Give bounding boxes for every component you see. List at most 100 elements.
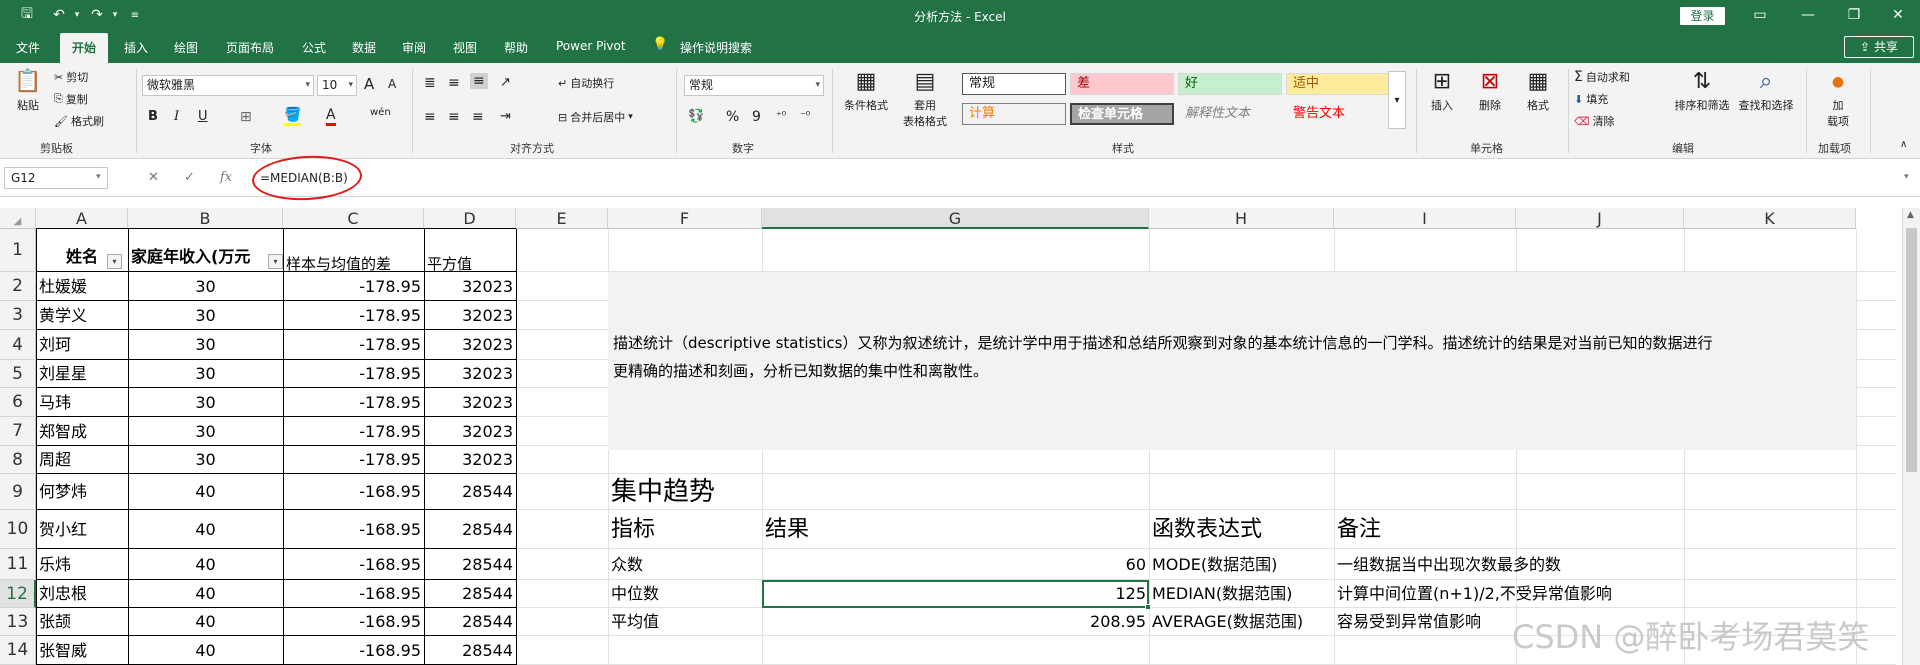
conditional-format-button[interactable]: ▦ 条件格式	[838, 69, 894, 113]
cell-diff[interactable]: -168.95	[283, 636, 424, 665]
share-button[interactable]: ⇪ 共享	[1844, 36, 1914, 58]
cell-name[interactable]: 黄学义	[36, 301, 128, 330]
filter-button-income[interactable]: ▾	[268, 254, 283, 269]
tab-home[interactable]: 开始	[60, 33, 109, 63]
cell-income[interactable]: 30	[128, 417, 283, 446]
name-box[interactable]: G12	[4, 167, 108, 189]
cell-diff[interactable]: -168.95	[283, 510, 424, 549]
style-bad[interactable]: 差	[1070, 73, 1174, 95]
tab-insert[interactable]: 插入	[124, 39, 148, 56]
cell-diff[interactable]: -178.95	[283, 417, 424, 446]
row-header-10[interactable]: 10	[0, 510, 36, 549]
column-header-j[interactable]: J	[1516, 208, 1684, 229]
cell-name[interactable]: 张智威	[36, 636, 128, 665]
column-header-d[interactable]: D	[424, 208, 516, 229]
vertical-scrollbar[interactable]: ▲	[1902, 208, 1920, 665]
underline-button[interactable]: U	[198, 109, 208, 124]
align-left-button[interactable]: ≡	[424, 109, 436, 125]
cell-square[interactable]: 28544	[424, 580, 516, 608]
cell-name[interactable]: 刘珂	[36, 330, 128, 360]
cut-button[interactable]: ✂ 剪切	[54, 69, 88, 85]
cell-name[interactable]: 何梦炜	[36, 474, 128, 510]
cell-name[interactable]: 刘星星	[36, 360, 128, 388]
phonetic-button[interactable]: wén	[370, 107, 391, 118]
style-calculation[interactable]: 计算	[962, 103, 1066, 125]
row-header-8[interactable]: 8	[0, 446, 36, 474]
clear-button[interactable]: ⌫ 清除	[1574, 113, 1615, 129]
sort-filter-button[interactable]: ⇅ 排序和筛选	[1670, 69, 1734, 113]
row-header-12[interactable]: 12	[0, 580, 36, 608]
insert-cells-button[interactable]: ⊞ 插入	[1422, 69, 1462, 113]
ribbon-display-icon[interactable]: ▭	[1742, 3, 1778, 27]
cell-income[interactable]: 40	[128, 636, 283, 665]
expand-formula-icon[interactable]: ▾	[1904, 172, 1909, 182]
cell-diff[interactable]: -168.95	[283, 549, 424, 580]
row-header-9[interactable]: 9	[0, 474, 36, 510]
scroll-up-icon[interactable]: ▲	[1907, 210, 1914, 220]
column-header-i[interactable]: I	[1334, 208, 1516, 229]
find-select-button[interactable]: ⌕ 查找和选择	[1734, 69, 1798, 113]
cell-square[interactable]: 32023	[424, 272, 516, 301]
header-square[interactable]: 平方值	[424, 229, 516, 272]
tab-page-layout[interactable]: 页面布局	[226, 39, 274, 56]
format-as-table-button[interactable]: ▤ 套用 表格格式	[892, 69, 958, 129]
tab-formulas[interactable]: 公式	[302, 39, 326, 56]
number-format-combo[interactable]: 常规 ▾	[684, 75, 824, 96]
align-bottom-button[interactable]: ≡	[470, 73, 488, 89]
cell-name[interactable]: 马玮	[36, 388, 128, 417]
stats-header[interactable]: 函数表达式	[1149, 510, 1334, 549]
merge-center-button[interactable]: ⊟ 合并后居中 ▾	[558, 109, 633, 125]
autosum-button[interactable]: Σ 自动求和	[1574, 69, 1630, 85]
cell-square[interactable]: 32023	[424, 417, 516, 446]
cell-diff[interactable]: -178.95	[283, 446, 424, 474]
fill-color-button[interactable]: 🪣	[284, 107, 302, 126]
cell-square[interactable]: 28544	[424, 636, 516, 665]
paste-button[interactable]: 📋 粘贴	[10, 69, 46, 113]
italic-button[interactable]: I	[174, 109, 179, 124]
comma-style-button[interactable]: 9	[752, 109, 761, 125]
stats-header[interactable]: 指标	[608, 510, 762, 549]
addins-button[interactable]: ● 加载项	[1818, 69, 1858, 129]
row-header-7[interactable]: 7	[0, 417, 36, 446]
cell-square[interactable]: 32023	[424, 446, 516, 474]
row-header-13[interactable]: 13	[0, 608, 36, 636]
worksheet-grid[interactable]: ◢ ABCDEFGHIJK 1 2 3 4 5 6 7 8 9 10 11 12 13 14 描述统计（d…	[0, 208, 1920, 665]
indent-button[interactable]: ⇥	[500, 109, 511, 124]
cell-diff[interactable]: -178.95	[283, 360, 424, 388]
tab-file[interactable]: 文件	[16, 39, 40, 56]
cell-income[interactable]: 30	[128, 272, 283, 301]
row-header-6[interactable]: 6	[0, 388, 36, 417]
align-middle-button[interactable]: ≡	[448, 75, 460, 91]
cancel-icon[interactable]: ✕	[148, 170, 159, 185]
font-size-combo[interactable]: 10 ▾	[317, 75, 357, 96]
cell-name[interactable]: 周超	[36, 446, 128, 474]
row-header-1[interactable]: 1	[0, 229, 36, 272]
bold-button[interactable]: B	[148, 109, 158, 124]
cell-name[interactable]: 杜媛媛	[36, 272, 128, 301]
cell-income[interactable]: 30	[128, 388, 283, 417]
border-button[interactable]: ⊞	[240, 109, 252, 125]
cell-name[interactable]: 张颉	[36, 608, 128, 636]
stats-note[interactable]: 一组数据当中出现次数最多的数	[1334, 549, 1754, 580]
cell-square[interactable]: 32023	[424, 360, 516, 388]
tab-help[interactable]: 帮助	[504, 39, 528, 56]
accounting-format-button[interactable]: 💱	[688, 109, 704, 124]
fill-handle[interactable]	[1145, 604, 1151, 610]
header-income[interactable]: 家庭年收入(万元	[128, 229, 283, 272]
style-warning[interactable]: 警告文本	[1286, 103, 1390, 125]
align-center-button[interactable]: ≡	[448, 109, 460, 125]
cell-square[interactable]: 28544	[424, 608, 516, 636]
tab-data[interactable]: 数据	[352, 39, 376, 56]
delete-cells-button[interactable]: ⊠ 删除	[1470, 69, 1510, 113]
font-name-combo[interactable]: 微软雅黑 ▾	[142, 75, 314, 96]
cell-income[interactable]: 30	[128, 301, 283, 330]
column-header-b[interactable]: B	[128, 208, 283, 229]
cell-square[interactable]: 32023	[424, 388, 516, 417]
tab-view[interactable]: 视图	[453, 39, 477, 56]
stats-metric[interactable]: 众数	[608, 549, 762, 580]
column-header-k[interactable]: K	[1684, 208, 1856, 229]
column-header-e[interactable]: E	[516, 208, 608, 229]
stats-result[interactable]: 60	[762, 549, 1149, 580]
insert-function-icon[interactable]: fx	[220, 170, 232, 185]
cell-income[interactable]: 40	[128, 608, 283, 636]
